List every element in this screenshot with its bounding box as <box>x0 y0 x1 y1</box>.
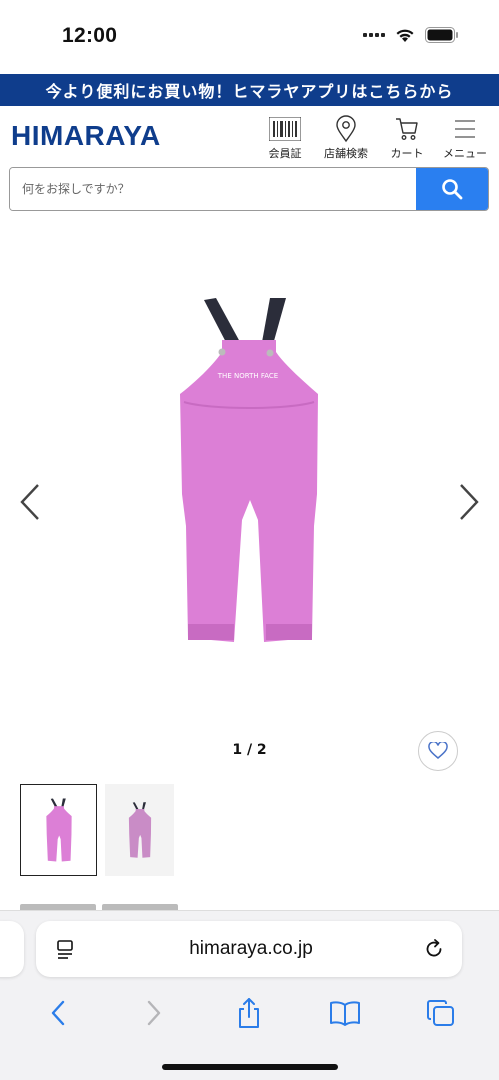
bookmarks-button[interactable] <box>321 993 369 1033</box>
search-input[interactable] <box>10 168 416 210</box>
nav-store-search[interactable]: 店舗検索 <box>317 114 375 161</box>
cart-icon <box>394 114 420 144</box>
share-button[interactable] <box>225 993 273 1033</box>
browser-toolbar <box>0 991 499 1035</box>
nav-membership-card[interactable]: 会員証 <box>259 114 311 161</box>
reload-icon[interactable] <box>406 938 462 960</box>
site-logo[interactable]: HIMARAYA <box>11 120 161 152</box>
hamburger-menu-icon <box>452 114 478 144</box>
chevron-right-icon <box>147 1000 160 1026</box>
chevron-left-icon <box>20 484 39 520</box>
search-icon <box>442 179 463 200</box>
thumbnail-1[interactable] <box>20 784 97 876</box>
address-bar[interactable]: himaraya.co.jp <box>36 921 462 977</box>
nav-label: 店舗検索 <box>324 147 368 160</box>
page-menu-icon[interactable] <box>36 938 96 960</box>
home-indicator <box>162 1064 338 1070</box>
product-image[interactable]: THE NORTH FACE <box>170 290 328 650</box>
barcode-icon <box>269 114 301 144</box>
share-icon <box>239 998 260 1028</box>
nav-label: 会員証 <box>268 147 302 160</box>
tabs-button[interactable] <box>417 993 465 1033</box>
nav-cart[interactable]: カート <box>381 114 433 161</box>
thumbnail-strip <box>20 784 174 876</box>
forward-button[interactable] <box>130 993 178 1033</box>
status-time: 12:00 <box>62 24 118 47</box>
thumbnail-2[interactable] <box>105 784 174 876</box>
favorite-button[interactable] <box>418 731 458 771</box>
previous-tab-preview[interactable] <box>0 921 24 977</box>
location-pin-icon <box>335 114 357 144</box>
svg-text:THE NORTH FACE: THE NORTH FACE <box>217 372 278 380</box>
chevron-left-icon <box>51 1000 65 1026</box>
search-bar <box>9 167 489 211</box>
browser-bottom-bar: himaraya.co.jp <box>0 910 499 1080</box>
status-icons <box>363 27 459 43</box>
url-text: himaraya.co.jp <box>189 938 313 959</box>
nav-menu[interactable]: メニュー <box>439 114 491 161</box>
tabs-icon <box>427 1000 455 1026</box>
nav-label: メニュー <box>443 147 487 160</box>
app-download-banner[interactable]: 今より便利にお買い物！ヒマラヤアプリはこちらから <box>0 74 499 106</box>
carousel-prev-button[interactable] <box>15 482 45 522</box>
search-button[interactable] <box>416 168 488 210</box>
battery-icon <box>425 27 458 43</box>
chevron-right-icon <box>460 484 479 520</box>
cellular-signal-icon <box>363 33 385 37</box>
status-bar: 12:00 <box>0 0 499 74</box>
nav-label: カート <box>390 147 424 160</box>
header-nav: 会員証 店舗検索 カート メニュー <box>259 114 491 161</box>
heart-icon <box>428 742 448 759</box>
carousel-next-button[interactable] <box>454 482 484 522</box>
wifi-icon <box>396 29 414 42</box>
site-header: HIMARAYA 会員証 店舗検索 カート メニュー <box>0 106 499 164</box>
book-icon <box>330 1001 361 1026</box>
back-button[interactable] <box>34 993 82 1033</box>
